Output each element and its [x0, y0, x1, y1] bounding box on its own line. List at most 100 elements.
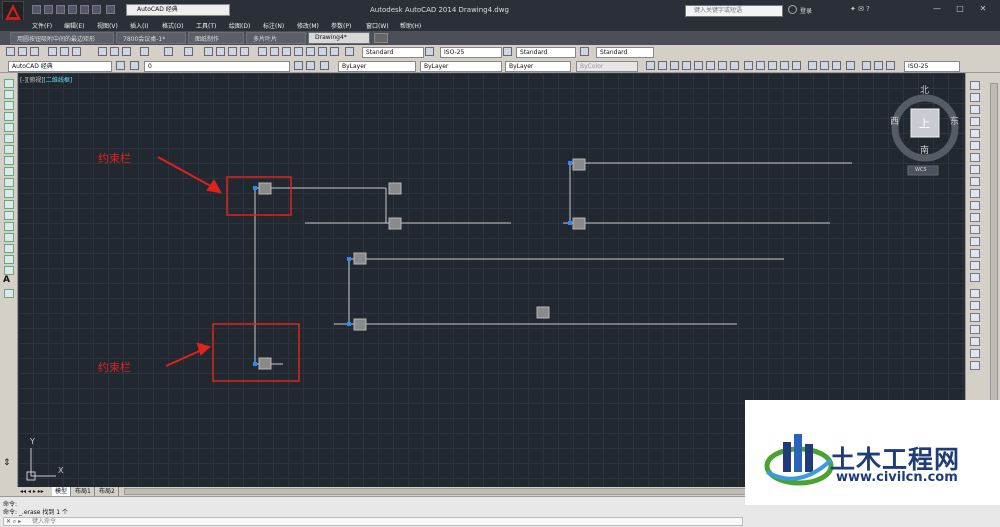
- dim-style-dropdown[interactable]: ISO-25: [440, 47, 502, 58]
- viewcube-south[interactable]: 南: [920, 143, 929, 156]
- dim-ordinate-icon[interactable]: [682, 61, 691, 70]
- trim-icon[interactable]: [970, 189, 980, 198]
- circle-icon[interactable]: [4, 145, 14, 154]
- linetype-dropdown[interactable]: ByLayer: [420, 61, 502, 72]
- calc-icon[interactable]: [318, 47, 327, 56]
- spline-icon[interactable]: [4, 167, 14, 176]
- rectangle-icon[interactable]: [4, 123, 14, 132]
- mtext-icon[interactable]: A: [3, 275, 15, 287]
- menu-file[interactable]: 文件(F): [32, 21, 52, 30]
- minimize-button[interactable]: —: [930, 3, 944, 15]
- close-button[interactable]: ✕: [976, 3, 990, 15]
- hatch-back-icon[interactable]: [970, 361, 980, 370]
- stretch-icon[interactable]: [970, 177, 980, 186]
- inspection-icon[interactable]: [832, 61, 841, 70]
- cut-icon[interactable]: [98, 47, 107, 56]
- pan-icon[interactable]: [204, 47, 213, 56]
- lineweight-dropdown[interactable]: ByLayer: [505, 61, 571, 72]
- new-tab-icon[interactable]: [374, 33, 388, 43]
- tab-model[interactable]: 模型: [52, 487, 72, 496]
- polygon-icon[interactable]: [4, 112, 14, 121]
- dim-break-icon[interactable]: [792, 61, 801, 70]
- arc-icon[interactable]: [4, 134, 14, 143]
- save-as-icon[interactable]: [68, 5, 77, 14]
- search-input[interactable]: 键入关键字或短语: [685, 5, 783, 17]
- dim-aligned-icon[interactable]: [658, 61, 667, 70]
- plotstyle-dropdown[interactable]: ByColor: [576, 61, 638, 72]
- tab-doc-4[interactable]: 多片叶片: [246, 32, 306, 44]
- table-style-dropdown[interactable]: Standard: [516, 47, 576, 58]
- sheetset-icon[interactable]: [294, 47, 303, 56]
- palette-arrow-icon[interactable]: ⇕: [3, 458, 15, 470]
- viewcube-top[interactable]: 上: [919, 115, 930, 131]
- qsave-icon[interactable]: [30, 47, 39, 56]
- zoom-prev-icon[interactable]: [240, 47, 249, 56]
- scale-icon[interactable]: [970, 165, 980, 174]
- layer-props-icon[interactable]: [116, 61, 125, 70]
- dim-radius-icon[interactable]: [694, 61, 703, 70]
- polyline-icon[interactable]: [4, 101, 14, 110]
- menu-dimension[interactable]: 标注(N): [263, 21, 284, 30]
- command-input[interactable]: 键入命令: [3, 517, 743, 526]
- dim-style-icon[interactable]: [425, 47, 434, 56]
- menu-insert[interactable]: 插入(I): [130, 21, 148, 30]
- dim-diameter-icon[interactable]: [718, 61, 727, 70]
- jogged-linear-icon[interactable]: [846, 61, 855, 70]
- dim-style2-dropdown[interactable]: ISO-25: [904, 61, 960, 72]
- array-icon[interactable]: [970, 129, 980, 138]
- dim-edit-icon[interactable]: [862, 61, 871, 70]
- wcs-label[interactable]: WCS: [915, 167, 927, 173]
- region-icon[interactable]: [4, 255, 14, 264]
- text-front-icon[interactable]: [970, 349, 980, 358]
- explode-icon[interactable]: [970, 273, 980, 282]
- blend-icon[interactable]: [970, 261, 980, 270]
- menu-tools[interactable]: 工具(T): [196, 21, 216, 30]
- menu-edit[interactable]: 编辑(E): [64, 21, 84, 30]
- gradient-icon[interactable]: [4, 244, 14, 253]
- add-selected-icon[interactable]: [4, 289, 14, 298]
- table-style-icon[interactable]: [503, 47, 512, 56]
- table-icon[interactable]: [4, 266, 14, 275]
- insert-block-icon[interactable]: [4, 200, 14, 209]
- point-icon[interactable]: [4, 222, 14, 231]
- zoom-window-icon[interactable]: [228, 47, 237, 56]
- dim-baseline-icon[interactable]: [756, 61, 765, 70]
- tab-drawing4[interactable]: Drawing4*: [308, 32, 370, 44]
- revcloud-icon[interactable]: [4, 156, 14, 165]
- maximize-button[interactable]: □: [953, 3, 967, 15]
- rotate-icon[interactable]: [970, 153, 980, 162]
- make-current-icon[interactable]: [294, 61, 303, 70]
- tolerance-icon[interactable]: [808, 61, 817, 70]
- fillet-icon[interactable]: [970, 249, 980, 258]
- copy-icon[interactable]: [110, 47, 119, 56]
- menu-modify[interactable]: 修改(M): [297, 21, 319, 30]
- mleader-style-icon[interactable]: [580, 47, 589, 56]
- erase-icon[interactable]: [970, 81, 980, 90]
- ellipse-arc-icon[interactable]: [4, 189, 14, 198]
- join-icon[interactable]: [970, 225, 980, 234]
- qdim-icon[interactable]: [744, 61, 753, 70]
- matchprop-icon[interactable]: [140, 47, 149, 56]
- markup-icon[interactable]: [306, 47, 315, 56]
- qnew-icon[interactable]: [6, 47, 15, 56]
- layer-iso-icon[interactable]: [320, 61, 329, 70]
- draworder-icon[interactable]: [970, 289, 980, 298]
- xline-icon[interactable]: [4, 90, 14, 99]
- workspace-dropdown[interactable]: AutoCAD 经典: [126, 4, 230, 16]
- dim-continue-icon[interactable]: [768, 61, 777, 70]
- layer-dropdown[interactable]: 0: [144, 61, 290, 72]
- menu-format[interactable]: 格式(O): [162, 21, 183, 30]
- color-dropdown[interactable]: ByLayer: [338, 61, 416, 72]
- tab-nav-arrows-icon[interactable]: ◂◂ ◂ ▸ ▸▸: [20, 487, 50, 496]
- dim-linear-icon[interactable]: [646, 61, 655, 70]
- properties-icon[interactable]: [258, 47, 267, 56]
- copy-obj-icon[interactable]: [970, 93, 980, 102]
- bring-above-icon[interactable]: [970, 325, 980, 334]
- print-icon[interactable]: [80, 5, 89, 14]
- tab-layout2[interactable]: 布局2: [96, 487, 119, 496]
- login-link[interactable]: 登录: [800, 6, 812, 15]
- layer-state-icon[interactable]: [130, 61, 139, 70]
- plot-icon[interactable]: [48, 47, 57, 56]
- make-block-icon[interactable]: [4, 211, 14, 220]
- viewcube-east[interactable]: 东: [950, 114, 959, 127]
